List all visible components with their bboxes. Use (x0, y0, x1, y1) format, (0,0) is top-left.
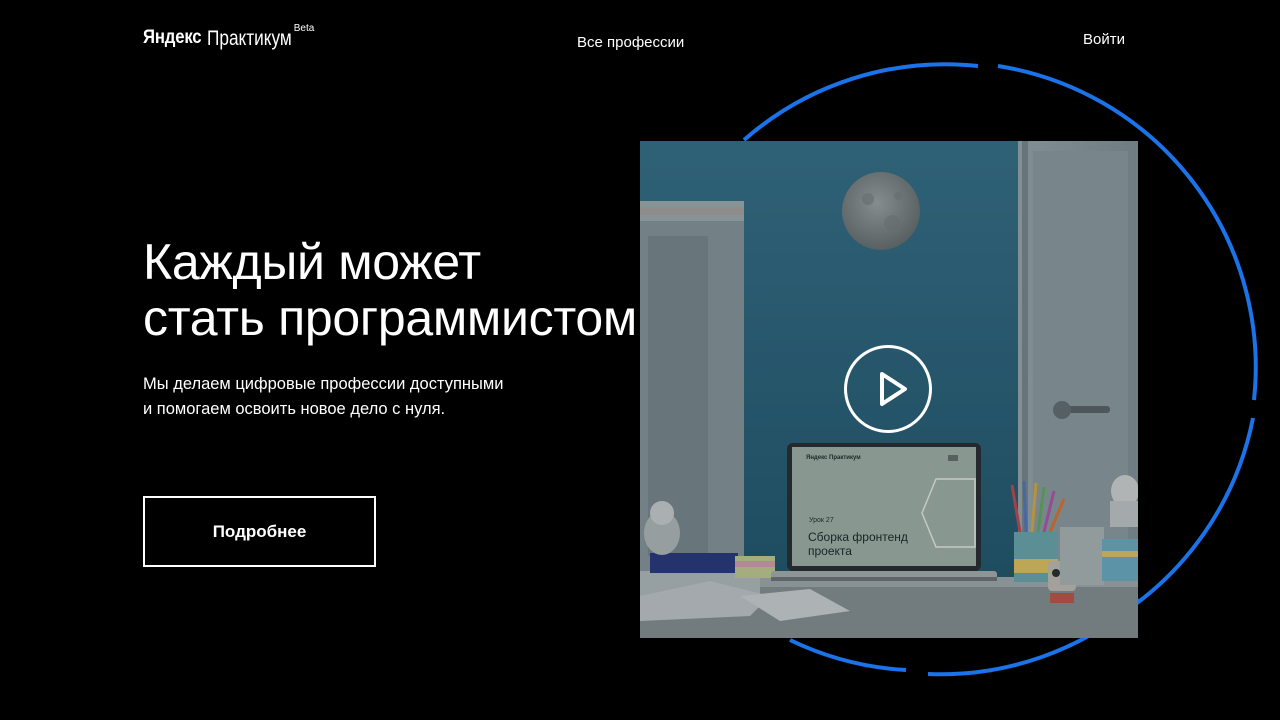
landing-page: Яндекс Практикум Beta Все профессии Войт… (0, 0, 1280, 720)
hero-title: Каждый может стать программистом (143, 234, 637, 346)
intro-video[interactable]: Яндекс Практикум Урок 27 Сборка фронтенд… (640, 141, 1138, 638)
hero-subtitle-line-1: Мы делаем цифровые профессии доступными (143, 375, 504, 393)
laptop-screen-title: Сборка фронтенд проекта (808, 530, 908, 558)
more-button[interactable]: Подробнее (143, 496, 376, 567)
hero-title-line-1: Каждый может (143, 234, 481, 290)
logo-brand: Яндекс (143, 27, 202, 48)
play-button[interactable] (844, 345, 932, 433)
ring-arc-bottom-left (789, 638, 907, 672)
logo-link[interactable]: Яндекс Практикум Beta (143, 23, 314, 55)
login-link[interactable]: Войти (1083, 31, 1125, 48)
ring-arc-top-left (742, 62, 979, 142)
beta-badge: Beta (293, 23, 315, 34)
play-icon (880, 372, 907, 406)
hero-title-line-2: стать программистом (143, 290, 637, 346)
hero-subtitle-line-2: и помогаем освоить новое дело с нуля. (143, 400, 446, 418)
logo-product: Практикум (207, 27, 293, 50)
laptop-screen-lesson: Урок 27 (809, 517, 834, 524)
hero-subtitle: Мы делаем цифровые профессии доступными … (143, 372, 503, 422)
laptop-screen-logo: Яндекс Практикум (806, 455, 861, 461)
nav-all-professions[interactable]: Все профессии (577, 34, 684, 51)
